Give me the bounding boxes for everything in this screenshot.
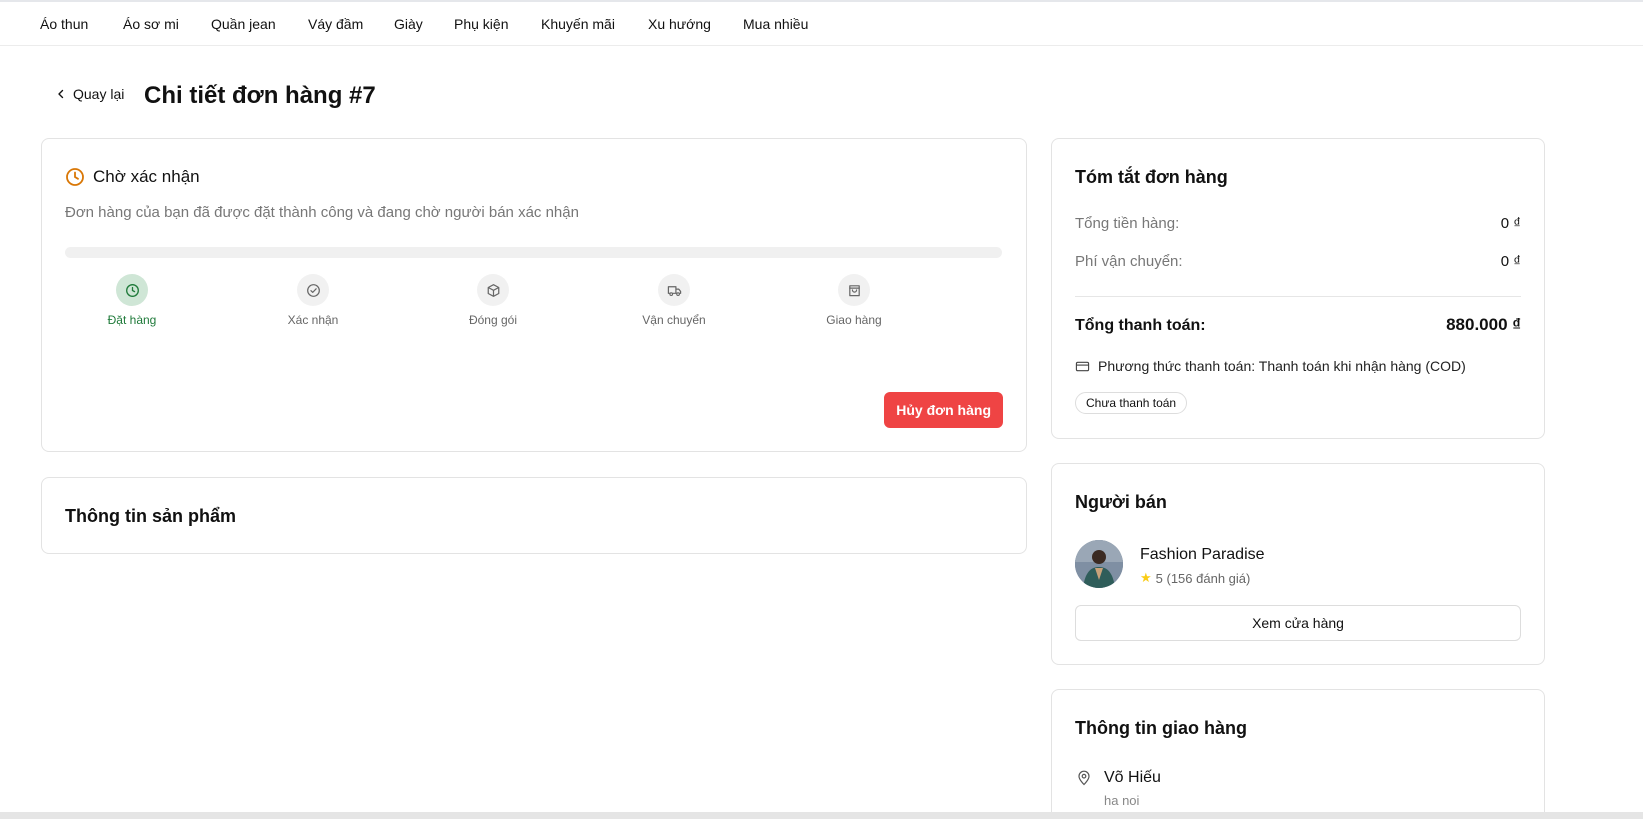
map-pin-icon	[1078, 770, 1090, 786]
seller-avatar-image	[1075, 540, 1123, 588]
seller-avatar[interactable]	[1075, 540, 1123, 588]
nav-item-ao-so-mi[interactable]: Áo sơ mi	[123, 16, 179, 32]
shipping-info-title: Thông tin giao hàng	[1075, 718, 1247, 738]
product-info-title: Thông tin sản phẩm	[65, 506, 236, 526]
nav-item-phu-kien[interactable]: Phụ kiện	[454, 16, 508, 32]
summary-divider	[1075, 296, 1521, 297]
nav-item-ao-thun[interactable]: Áo thun	[40, 16, 88, 32]
status-header: Chờ xác nhận	[65, 167, 200, 187]
payment-status-badge: Chưa thanh toán	[1075, 392, 1188, 414]
step-label: Xác nhận	[287, 313, 339, 327]
shipping-fee-value: 0 ₫	[1500, 253, 1521, 270]
back-label: Quay lại	[73, 86, 125, 102]
category-nav: Áo thun Áo sơ mi Quần jean Váy đầm Giày …	[0, 2, 1643, 46]
seller-card: Người bán Fashion Paradise ★ 5 (156 đánh…	[1051, 463, 1545, 665]
status-title: Chờ xác nhận	[93, 167, 200, 186]
summary-title: Tóm tắt đơn hàng	[1075, 167, 1228, 187]
back-button[interactable]: Quay lại	[55, 86, 124, 102]
horizontal-scrollbar[interactable]	[0, 812, 1643, 819]
seller-rating: ★ 5 (156 đánh giá)	[1140, 570, 1250, 586]
total-value: 880.000 ₫	[1446, 315, 1521, 334]
status-description: Đơn hàng của bạn đã được đặt thành công …	[65, 204, 579, 221]
step-label: Vận chuyển	[642, 313, 706, 327]
payment-method: Phương thức thanh toán: Thanh toán khi n…	[1075, 358, 1466, 374]
nav-item-quan-jean[interactable]: Quần jean	[211, 16, 276, 32]
star-icon: ★	[1140, 570, 1152, 585]
step-van-chuyen: Vận chuyển	[614, 274, 734, 327]
step-label: Đóng gói	[468, 313, 518, 327]
subtotal-label: Tổng tiền hàng:	[1075, 215, 1180, 232]
total-row: Tổng thanh toán: 880.000 ₫	[1075, 315, 1521, 335]
shipping-fee-label: Phí vận chuyển:	[1075, 253, 1183, 270]
nav-item-giay[interactable]: Giày	[394, 16, 423, 32]
step-giao-hang: Giao hàng	[794, 274, 914, 327]
seller-title: Người bán	[1075, 492, 1167, 512]
subtotal-value: 0 ₫	[1500, 215, 1521, 232]
credit-card-icon	[1075, 361, 1090, 371]
nav-item-vay-dam[interactable]: Váy đầm	[308, 16, 363, 32]
payment-method-text: Phương thức thanh toán: Thanh toán khi n…	[1098, 358, 1466, 374]
nav-item-xu-huong[interactable]: Xu hướng	[648, 16, 711, 32]
order-status-card: Chờ xác nhận Đơn hàng của bạn đã được đặ…	[41, 138, 1027, 452]
step-label: Đặt hàng	[107, 313, 157, 327]
order-summary-card: Tóm tắt đơn hàng Tổng tiền hàng: 0 ₫ Phí…	[1051, 138, 1545, 439]
chevron-left-icon	[58, 89, 64, 99]
step-dong-goi: Đóng gói	[433, 274, 553, 327]
shipping-info-card: Thông tin giao hàng Võ Hiếu ha noi	[1051, 689, 1545, 819]
recipient-address: ha noi	[1104, 793, 1140, 808]
nav-item-khuyen-mai[interactable]: Khuyến mãi	[541, 16, 615, 32]
shopping-bag-icon	[848, 284, 860, 296]
product-info-card: Thông tin sản phẩm	[41, 477, 1027, 554]
shipping-fee-row: Phí vận chuyển: 0 ₫	[1075, 253, 1521, 270]
clock-icon	[66, 168, 84, 186]
truck-icon	[667, 285, 681, 296]
seller-name: Fashion Paradise	[1140, 546, 1265, 563]
package-icon	[487, 283, 499, 297]
check-circle-icon	[306, 283, 320, 297]
total-label: Tổng thanh toán:	[1075, 317, 1206, 334]
page-title: Chi tiết đơn hàng #7	[144, 82, 376, 109]
nav-item-mua-nhieu[interactable]: Mua nhiều	[743, 16, 808, 32]
cancel-order-button[interactable]: Hủy đơn hàng	[884, 392, 1003, 428]
step-xac-nhan: Xác nhận	[253, 274, 373, 327]
subtotal-row: Tổng tiền hàng: 0 ₫	[1075, 215, 1521, 232]
progress-bar	[65, 247, 1002, 258]
seller-rating-text: 5 (156 đánh giá)	[1155, 570, 1251, 586]
recipient-name: Võ Hiếu	[1104, 769, 1161, 786]
step-label: Giao hàng	[826, 313, 882, 327]
clock-icon	[125, 283, 139, 297]
step-dat-hang: Đặt hàng	[72, 274, 192, 327]
view-store-button[interactable]: Xem cửa hàng	[1075, 605, 1521, 641]
